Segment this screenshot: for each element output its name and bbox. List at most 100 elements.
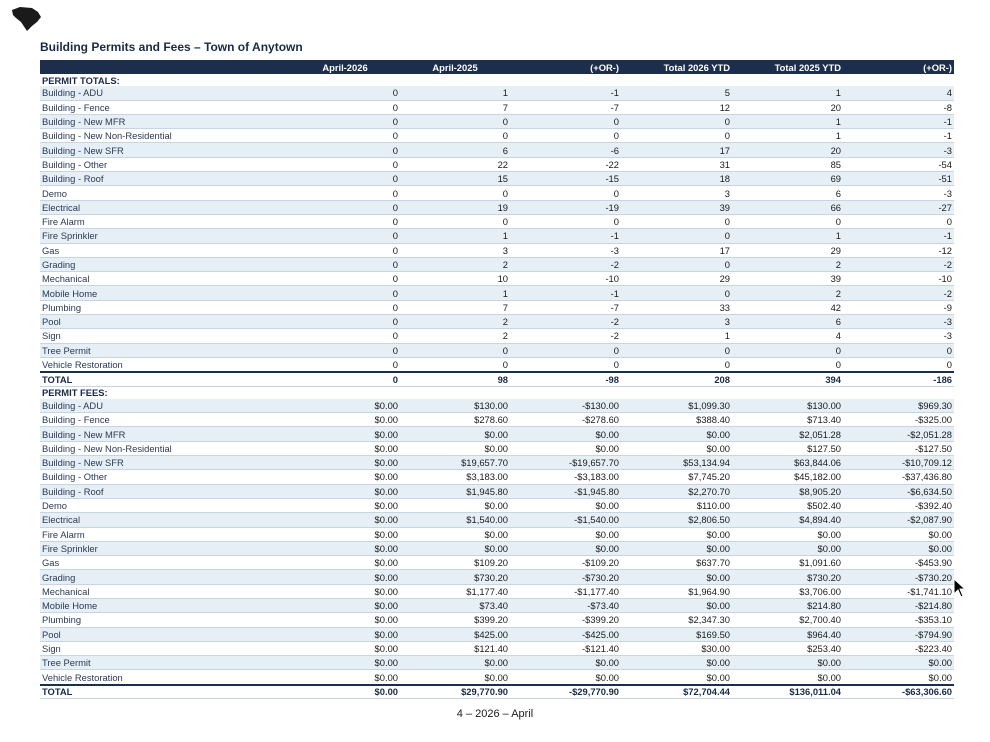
row-value: 20 — [732, 100, 843, 115]
row-value: 0 — [290, 171, 400, 187]
row-value: 0 — [621, 257, 732, 273]
row-value: $0.00 — [621, 598, 732, 614]
row-label: Pool — [40, 314, 290, 330]
row-label: Building - ADU — [40, 398, 290, 414]
table-row: Building - Roof $0.00 $1,945.80 -$1,945.80 $… — [40, 484, 954, 499]
row-value: $2,806.50 — [621, 512, 732, 528]
row-value: $0.00 — [290, 641, 400, 657]
total-value: -$29,770.90 — [510, 683, 621, 700]
row-value: $0.00 — [400, 655, 510, 671]
row-value: $0.00 — [621, 426, 732, 442]
row-label: Building - Other — [40, 469, 290, 485]
row-value: 0 — [290, 343, 400, 358]
row-value: 2 — [400, 257, 510, 273]
table-row: Plumbing 0 7 -7 33 42 -9 — [40, 300, 954, 316]
row-value: $0.00 — [621, 527, 732, 542]
row-value: $0.00 — [510, 541, 621, 557]
row-value: -$1,945.80 — [510, 484, 621, 499]
row-value: $0.00 — [400, 426, 510, 442]
row-value: 2 — [732, 257, 843, 273]
row-value: 10 — [400, 271, 510, 287]
row-value: -22 — [510, 157, 621, 173]
table-row: Building - Fence 0 7 -7 12 20 -8 — [40, 100, 954, 115]
row-value: $0.00 — [290, 398, 400, 414]
table-row: Plumbing $0.00 $399.20 -$399.20 $2,347.30 $2,… — [40, 612, 954, 628]
row-value: $1,540.00 — [400, 512, 510, 528]
mouse-pointer-icon — [953, 578, 967, 598]
row-value: $730.20 — [400, 569, 510, 585]
row-value: 29 — [621, 271, 732, 287]
row-value: 42 — [732, 300, 843, 316]
row-label: Building - New SFR — [40, 142, 290, 158]
row-value: 33 — [621, 300, 732, 316]
table-row: Building - Roof 0 15 -15 18 69 -51 — [40, 171, 954, 187]
row-label: Fire Alarm — [40, 527, 290, 542]
row-value: -10 — [843, 271, 954, 287]
row-value: 17 — [621, 142, 732, 158]
row-value: -15 — [510, 171, 621, 187]
row-value: $0.00 — [290, 412, 400, 428]
row-value: 7 — [400, 100, 510, 115]
row-value: $73.40 — [400, 598, 510, 614]
row-value: $0.00 — [290, 627, 400, 642]
row-value: 0 — [843, 357, 954, 373]
row-value: $0.00 — [400, 541, 510, 557]
table-row: Electrical $0.00 $1,540.00 -$1,540.00 $2,806… — [40, 512, 954, 528]
table-row: Vehicle Restoration 0 0 0 0 0 0 — [40, 357, 954, 373]
table-row: Demo 0 0 0 3 6 -3 — [40, 185, 954, 201]
row-value: 1 — [732, 114, 843, 130]
row-value: $969.30 — [843, 398, 954, 414]
row-value: $0.00 — [621, 541, 732, 557]
row-value: $214.80 — [732, 598, 843, 614]
row-value: -1 — [510, 285, 621, 301]
row-value: $127.50 — [732, 441, 843, 457]
row-label: Pool — [40, 627, 290, 642]
row-value: -$425.00 — [510, 627, 621, 642]
table-row: Demo $0.00 $0.00 $0.00 $110.00 $502.40 -$392.4… — [40, 498, 954, 514]
row-value: 0 — [621, 285, 732, 301]
table-row: Pool $0.00 $425.00 -$425.00 $169.50 $964.40 -$… — [40, 627, 954, 642]
row-value: 0 — [290, 185, 400, 201]
total-value: 394 — [732, 371, 843, 387]
section-heading-row: PERMIT TOTALS: — [40, 74, 954, 87]
row-value: -$121.40 — [510, 641, 621, 657]
row-value: 0 — [621, 214, 732, 230]
row-value: $2,347.30 — [621, 612, 732, 628]
row-value: 0 — [843, 343, 954, 358]
row-value: -8 — [843, 100, 954, 115]
row-value: $4,894.40 — [732, 512, 843, 528]
row-value: $0.00 — [732, 655, 843, 671]
row-value: 0 — [843, 214, 954, 230]
row-value: 3 — [621, 314, 732, 330]
row-value: -$325.00 — [843, 412, 954, 428]
row-value: $0.00 — [843, 527, 954, 542]
row-value: 5 — [621, 86, 732, 101]
row-value: -1 — [843, 128, 954, 144]
total-value: 208 — [621, 371, 732, 387]
row-value: $0.00 — [290, 655, 400, 671]
row-label: Tree Permit — [40, 655, 290, 671]
total-value: 0 — [290, 371, 400, 387]
row-value: -$453.90 — [843, 555, 954, 571]
table-row: Electrical 0 19 -19 39 66 -27 — [40, 200, 954, 215]
row-value: $0.00 — [621, 655, 732, 671]
row-value: 0 — [400, 343, 510, 358]
row-value: 39 — [621, 200, 732, 215]
state-silhouette-icon — [12, 7, 41, 31]
table-row: Vehicle Restoration $0.00 $0.00 $0.00 $0.00 $… — [40, 669, 954, 686]
row-value: 0 — [290, 142, 400, 158]
total-value: $29,770.90 — [400, 683, 510, 700]
row-value: 1 — [400, 228, 510, 244]
row-label: Building - ADU — [40, 86, 290, 101]
row-value: -$278.60 — [510, 412, 621, 428]
row-value: $1,099.30 — [621, 398, 732, 414]
row-value: 2 — [400, 328, 510, 344]
row-value: -$794.90 — [843, 627, 954, 642]
row-value: -$6,634.50 — [843, 484, 954, 499]
row-value: $7,745.20 — [621, 469, 732, 485]
table-row: Building - New Non-Residential $0.00 $0.00… — [40, 441, 954, 457]
row-value: 6 — [732, 314, 843, 330]
total-value: $72,704.44 — [621, 683, 732, 700]
row-value: 0 — [290, 257, 400, 273]
row-value: $278.60 — [400, 412, 510, 428]
